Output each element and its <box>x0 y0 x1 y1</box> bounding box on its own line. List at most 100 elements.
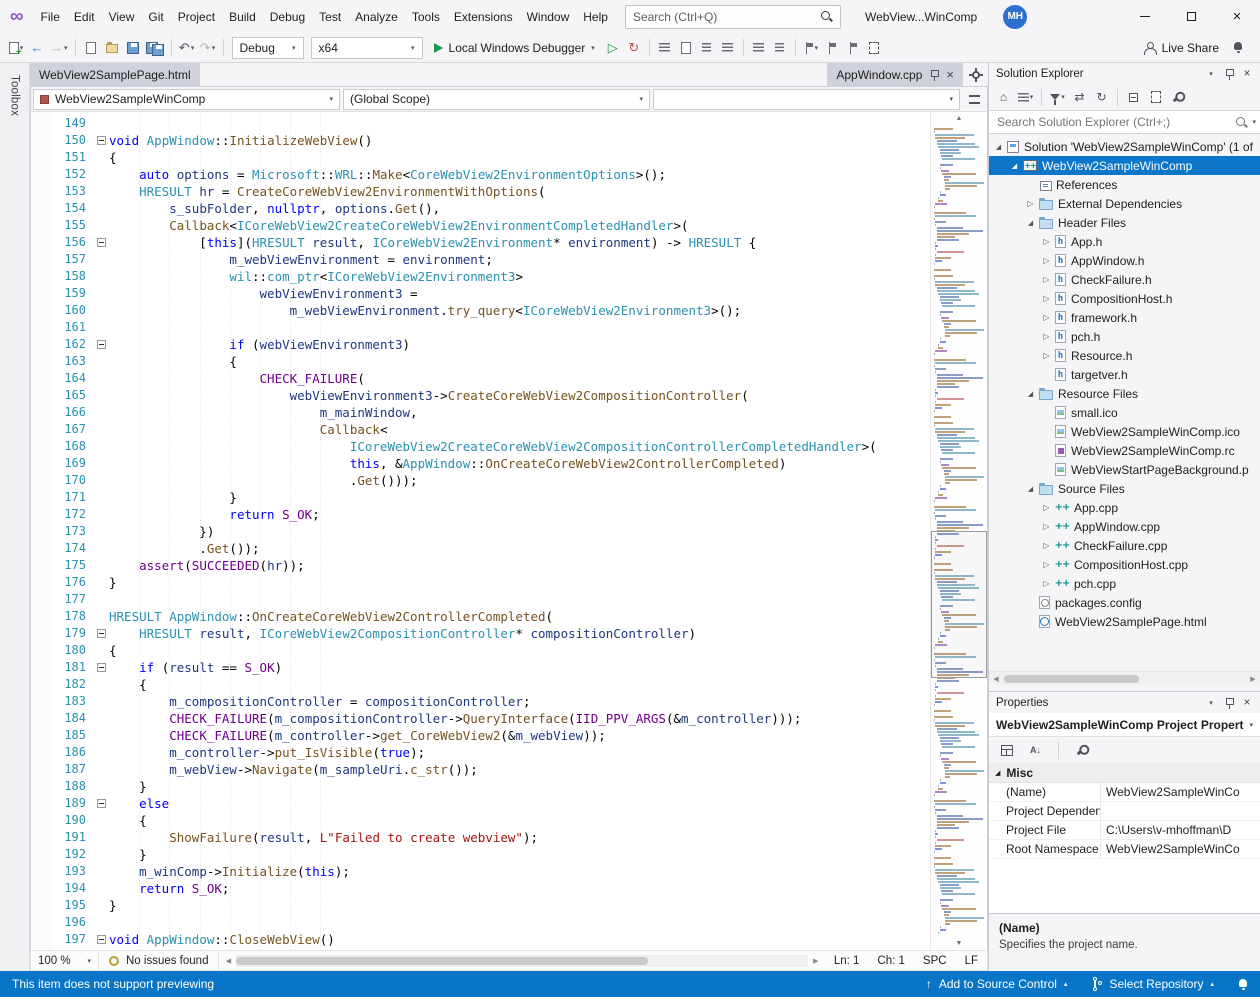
code-line[interactable]: } <box>109 574 930 591</box>
toolbox-tab[interactable]: Toolbox <box>9 71 21 120</box>
tree-item[interactable]: ▷Resource.h <box>989 346 1260 365</box>
menu-view[interactable]: View <box>102 0 142 33</box>
tree-item[interactable]: small.ico <box>989 403 1260 422</box>
keep-open-pin-icon[interactable] <box>929 69 939 81</box>
scrollbar-track[interactable] <box>1002 674 1247 684</box>
code-line[interactable]: .Get()); <box>109 540 930 557</box>
code-line[interactable]: } <box>109 897 930 914</box>
start-debugging-button[interactable]: Local Windows Debugger ▾ <box>427 36 602 60</box>
tree-item[interactable]: targetver.h <box>989 365 1260 384</box>
collapsed-arrow-icon[interactable]: ▷ <box>1040 313 1053 322</box>
maximize-button[interactable] <box>1168 0 1214 33</box>
insert-mode-indicator[interactable]: SPC <box>914 955 956 967</box>
tree-item[interactable]: WebView2SampleWinComp.ico <box>989 422 1260 441</box>
property-pages-icon[interactable] <box>1071 740 1092 760</box>
menu-git[interactable]: Git <box>141 0 170 33</box>
code-line[interactable]: { <box>109 812 930 829</box>
fold-collapse-button[interactable] <box>93 132 109 149</box>
scroll-right-icon[interactable]: ▶ <box>810 957 822 965</box>
collapsed-arrow-icon[interactable]: ▷ <box>1024 199 1037 208</box>
collapsed-arrow-icon[interactable]: ▷ <box>1040 541 1053 550</box>
switch-views-icon[interactable]: ▾ <box>1015 87 1036 107</box>
new-item-icon[interactable]: ▾ <box>6 37 26 59</box>
close-panel-icon[interactable]: × <box>1238 65 1256 83</box>
properties-icon[interactable] <box>1167 87 1188 107</box>
scroll-up-icon[interactable]: ▲ <box>931 112 987 125</box>
collapsed-arrow-icon[interactable]: ▷ <box>1040 256 1053 265</box>
bookmark-icon[interactable]: ▾ <box>801 37 821 59</box>
code-editor[interactable]: 1491501511521531541551561571581591601611… <box>30 112 988 950</box>
collapsed-arrow-icon[interactable]: ▷ <box>1040 294 1053 303</box>
code-line[interactable]: ICoreWebView2CreateCoreWebView2Compositi… <box>109 438 930 455</box>
code-line[interactable]: m_mainWindow, <box>109 404 930 421</box>
solution-platform-dropdown[interactable]: x64▾ <box>311 37 423 59</box>
expanded-arrow-icon[interactable]: ◢ <box>1008 162 1021 170</box>
tree-item[interactable]: ▷AppWindow.cpp <box>989 517 1260 536</box>
solution-configuration-dropdown[interactable]: Debug▾ <box>232 37 304 59</box>
minimap-viewport[interactable] <box>931 531 987 678</box>
redo-icon[interactable]: ↷▾ <box>198 37 218 59</box>
close-button[interactable]: × <box>1214 0 1260 33</box>
tree-item[interactable]: ▷pch.cpp <box>989 574 1260 593</box>
navigate-backward-icon[interactable]: ← <box>27 37 47 59</box>
code-line[interactable]: } <box>109 778 930 795</box>
fold-collapse-button[interactable] <box>93 795 109 812</box>
code-line[interactable]: m_webViewEnvironment.try_query<ICoreWebV… <box>109 302 930 319</box>
window-position-icon[interactable]: ▾ <box>1202 694 1220 712</box>
code-line[interactable] <box>109 591 930 608</box>
start-without-debugging-icon[interactable]: ▷ <box>603 37 623 59</box>
close-tab-icon[interactable]: × <box>946 68 954 81</box>
code-line[interactable]: s_subFolder, nullptr, options.Get(), <box>109 200 930 217</box>
fold-collapse-button[interactable] <box>93 336 109 353</box>
code-line[interactable]: auto options = Microsoft::WRL::Make<Core… <box>109 166 930 183</box>
code-line[interactable]: HRESULT result, ICoreWebView2Composition… <box>109 625 930 642</box>
new-project-icon[interactable] <box>81 37 101 59</box>
project-dropdown[interactable]: WebView2SampleWinComp ▾ <box>33 89 340 110</box>
close-panel-icon[interactable]: × <box>1238 694 1256 712</box>
tree-item[interactable]: ◢WebView2SampleWinComp <box>989 156 1260 175</box>
hot-reload-icon[interactable]: ↻ <box>624 37 644 59</box>
document-outline-icon[interactable] <box>676 37 696 59</box>
navigate-forward-icon[interactable]: →▾ <box>48 37 70 59</box>
scroll-right-icon[interactable]: ▶ <box>1247 675 1259 683</box>
expanded-arrow-icon[interactable]: ◢ <box>1024 390 1037 398</box>
show-all-files-icon[interactable] <box>1145 87 1166 107</box>
solution-search-box[interactable]: Search Solution Explorer (Ctrl+;) ▾ <box>989 110 1260 134</box>
code-line[interactable]: ShowFailure(result, L"Failed to create w… <box>109 829 930 846</box>
tree-item[interactable]: ◢Header Files <box>989 213 1260 232</box>
indent-increase-icon[interactable] <box>718 37 738 59</box>
tree-item[interactable]: ▷CompositionHost.h <box>989 289 1260 308</box>
property-value[interactable]: WebView2SampleWinCo <box>1101 840 1260 858</box>
tree-item[interactable]: ▷pch.h <box>989 327 1260 346</box>
tree-item[interactable]: WebViewStartPageBackground.p <box>989 460 1260 479</box>
find-in-files-icon[interactable] <box>655 37 675 59</box>
horizontal-scrollbar[interactable]: ◀ ▶ <box>219 951 824 970</box>
menu-build[interactable]: Build <box>222 0 263 33</box>
code-line[interactable]: webViewEnvironment3 = <box>109 285 930 302</box>
tab-webview2samplepage-html[interactable]: WebView2SamplePage.html <box>30 63 200 86</box>
expanded-arrow-icon[interactable]: ◢ <box>1024 219 1037 227</box>
code-line[interactable]: { <box>109 676 930 693</box>
undo-icon[interactable]: ↶▾ <box>177 37 197 59</box>
previous-bookmark-icon[interactable] <box>822 37 842 59</box>
bookmark-window-icon[interactable] <box>864 37 884 59</box>
code-line[interactable]: if (webViewEnvironment3) <box>109 336 930 353</box>
code-line[interactable]: m_webViewEnvironment = environment; <box>109 251 930 268</box>
categorized-icon[interactable] <box>996 740 1017 760</box>
code-content[interactable]: void AppWindow::InitializeWebView(){ aut… <box>109 112 930 950</box>
tree-item[interactable]: ◢Resource Files <box>989 384 1260 403</box>
code-line[interactable]: CHECK_FAILURE(m_controller->get_CoreWebV… <box>109 727 930 744</box>
code-line[interactable]: m_controller->put_IsVisible(true); <box>109 744 930 761</box>
tree-item[interactable]: ▷App.cpp <box>989 498 1260 517</box>
menu-window[interactable]: Window <box>520 0 577 33</box>
uncomment-icon[interactable] <box>770 37 790 59</box>
code-line[interactable] <box>109 115 930 132</box>
tree-item[interactable]: ◢Solution 'WebView2SampleWinComp' (1 of <box>989 137 1260 156</box>
scroll-left-icon[interactable]: ◀ <box>222 957 234 965</box>
window-position-icon[interactable]: ▾ <box>1202 65 1220 83</box>
column-indicator[interactable]: Ch: 1 <box>868 955 914 967</box>
property-row[interactable]: Project Dependencie <box>989 802 1260 821</box>
scrollbar-track[interactable] <box>236 955 807 967</box>
line-indicator[interactable]: Ln: 1 <box>825 955 869 967</box>
menu-test[interactable]: Test <box>312 0 348 33</box>
